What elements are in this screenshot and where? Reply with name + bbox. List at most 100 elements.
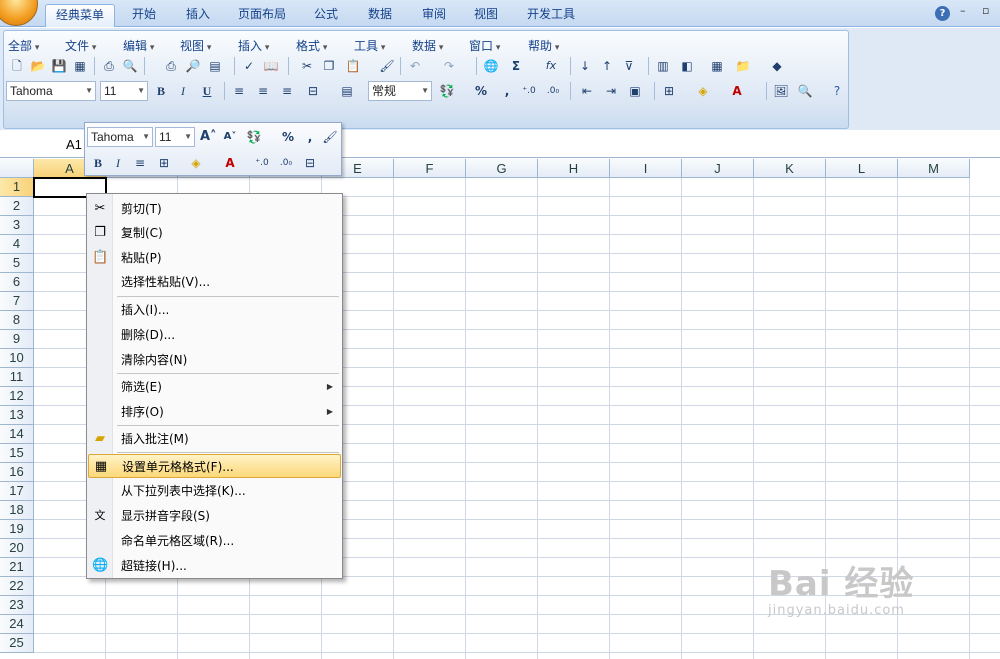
tab-home[interactable]: 开始: [124, 4, 164, 27]
menu-window[interactable]: 窗口: [469, 37, 500, 54]
row-header[interactable]: 11: [0, 368, 34, 387]
chart-icon[interactable]: ▥: [654, 57, 672, 75]
row-header[interactable]: 16: [0, 463, 34, 482]
column-header[interactable]: I: [610, 159, 682, 178]
redo-icon[interactable]: ↷: [440, 57, 458, 75]
mini-comma-button[interactable]: ,: [301, 128, 319, 146]
name-box[interactable]: A1: [66, 137, 82, 152]
row-header[interactable]: 25: [0, 634, 34, 653]
menu-item-copy[interactable]: ❐ 复制(C): [88, 221, 341, 245]
copy-icon[interactable]: ❐: [320, 57, 338, 75]
font-name-combo[interactable]: Tahoma ▼: [6, 81, 96, 101]
row-header[interactable]: 13: [0, 406, 34, 425]
tab-view[interactable]: 视图: [466, 4, 506, 27]
menu-data[interactable]: 数据: [412, 37, 443, 54]
row-header[interactable]: 24: [0, 615, 34, 634]
tab-data[interactable]: 数据: [360, 4, 400, 27]
row-header[interactable]: 22: [0, 577, 34, 596]
row-header[interactable]: 18: [0, 501, 34, 520]
currency-icon[interactable]: 💱: [438, 82, 456, 100]
diamond-icon[interactable]: ◆: [768, 57, 786, 75]
filter-icon[interactable]: ⊽: [620, 57, 638, 75]
merge-center-icon[interactable]: ⊟: [304, 82, 322, 100]
undo-icon[interactable]: ↶: [406, 57, 424, 75]
decrease-decimal-icon[interactable]: .0₀: [544, 82, 562, 100]
menu-help[interactable]: 帮助: [528, 37, 559, 54]
menu-item-define-name[interactable]: 命名单元格区域(R)...: [88, 529, 341, 553]
save-icon[interactable]: 💾: [50, 57, 68, 75]
wrap-text-icon[interactable]: ▤: [338, 82, 356, 100]
row-header[interactable]: 20: [0, 539, 34, 558]
mini-italic-button[interactable]: I: [109, 154, 127, 172]
menu-format[interactable]: 格式: [296, 37, 327, 54]
mini-font-size-combo[interactable]: 11 ▼: [155, 127, 195, 147]
autosum-icon[interactable]: Σ: [507, 57, 525, 75]
merge-center-icon[interactable]: ⊟: [301, 154, 319, 172]
row-header[interactable]: 21: [0, 558, 34, 577]
tab-formulas[interactable]: 公式: [306, 4, 346, 27]
menu-item-delete[interactable]: 删除(D)...: [88, 323, 341, 347]
zoom-icon[interactable]: 🔍: [796, 82, 814, 100]
number-format-combo[interactable]: 常规 ▼: [368, 81, 432, 101]
row-header[interactable]: 10: [0, 349, 34, 368]
image-icon[interactable]: 🖼: [772, 82, 790, 100]
menu-item-insert-comment[interactable]: ▰ 插入批注(M): [88, 427, 341, 451]
menu-view[interactable]: 视图: [180, 37, 211, 54]
tab-page-layout[interactable]: 页面布局: [232, 4, 292, 27]
paste-icon[interactable]: 📋: [344, 57, 362, 75]
increase-decimal-icon[interactable]: ⁺.0: [253, 154, 271, 172]
underline-button[interactable]: U: [198, 82, 216, 100]
column-header[interactable]: K: [754, 159, 826, 178]
currency-icon[interactable]: 💱: [245, 128, 263, 146]
menu-item-pick-from-list[interactable]: 从下拉列表中选择(K)...: [88, 479, 341, 503]
mini-font-name-combo[interactable]: Tahoma ▼: [87, 127, 153, 147]
row-header[interactable]: 4: [0, 235, 34, 254]
table-icon[interactable]: ▦: [708, 57, 726, 75]
print-preview-icon[interactable]: 🔍: [121, 57, 139, 75]
increase-indent-icon[interactable]: ⇥: [602, 82, 620, 100]
increase-decimal-icon[interactable]: ⁺.0: [520, 82, 538, 100]
row-header[interactable]: 14: [0, 425, 34, 444]
menu-item-format-cells[interactable]: ▦ 设置单元格格式(F)...: [88, 454, 341, 478]
tab-review[interactable]: 审阅: [414, 4, 454, 27]
shrink-font-icon[interactable]: A˅: [221, 128, 239, 146]
column-header[interactable]: H: [538, 159, 610, 178]
minimize-ribbon-icon[interactable]: –: [960, 4, 966, 17]
format-painter-icon[interactable]: 🖌: [378, 57, 396, 75]
row-header[interactable]: 19: [0, 520, 34, 539]
sort-ascending-icon[interactable]: ↓: [576, 57, 594, 75]
menu-item-show-phonetic[interactable]: 文 显示拼音字段(S): [88, 504, 341, 528]
align-center-icon[interactable]: ≡: [254, 82, 272, 100]
mini-bold-button[interactable]: B: [89, 154, 107, 172]
column-header[interactable]: J: [682, 159, 754, 178]
menu-tools[interactable]: 工具: [354, 37, 385, 54]
row-header[interactable]: 5: [0, 254, 34, 273]
fill-color-icon[interactable]: ◈: [694, 82, 712, 100]
help-icon[interactable]: ?: [935, 6, 950, 21]
tab-classic-menu[interactable]: 经典菜单: [45, 4, 115, 27]
format-painter-icon[interactable]: 🖌: [321, 128, 339, 146]
row-header[interactable]: 23: [0, 596, 34, 615]
sort-descending-icon[interactable]: ↑: [598, 57, 616, 75]
menu-item-cut[interactable]: ✂ 剪切(T): [88, 197, 341, 221]
research-book-icon[interactable]: 📖: [262, 57, 280, 75]
font-color-icon[interactable]: A: [221, 154, 239, 172]
preview-icon[interactable]: 🔎: [184, 57, 202, 75]
print-icon[interactable]: ⎙: [100, 57, 118, 75]
menu-item-clear-contents[interactable]: 清除内容(N): [88, 348, 341, 372]
restore-window-icon[interactable]: ▫: [982, 4, 989, 17]
grow-font-icon[interactable]: A˄: [199, 128, 217, 146]
row-header[interactable]: 2: [0, 197, 34, 216]
center-align-icon[interactable]: ≡: [131, 154, 149, 172]
hyperlink-icon[interactable]: 🌐: [482, 57, 500, 75]
borders-icon[interactable]: ⊞: [660, 82, 678, 100]
office-button[interactable]: [0, 0, 38, 26]
tab-developer[interactable]: 开发工具: [520, 4, 582, 27]
menu-item-paste[interactable]: 📋 粘贴(P): [88, 246, 341, 270]
row-header[interactable]: 3: [0, 216, 34, 235]
align-right-icon[interactable]: ≡: [278, 82, 296, 100]
italic-button[interactable]: I: [174, 82, 192, 100]
row-header[interactable]: 15: [0, 444, 34, 463]
fill-color-icon[interactable]: ◈: [187, 154, 205, 172]
row-header[interactable]: 9: [0, 330, 34, 349]
